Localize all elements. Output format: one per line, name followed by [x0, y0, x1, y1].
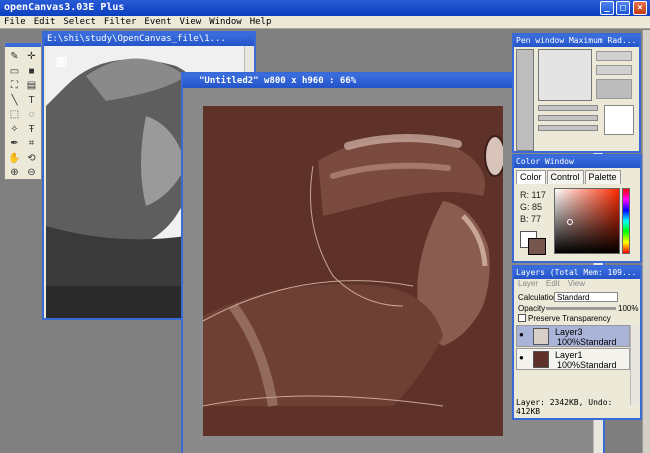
zoom-out-icon[interactable]: ⊖ [24, 165, 39, 180]
lasso-icon[interactable]: ◌ [24, 107, 39, 122]
layer-name: Layer3 [555, 327, 583, 337]
preserve-transparency-label: Preserve Transparency [528, 314, 611, 323]
layer-row-layer3[interactable]: ● Layer3 100%Standard [516, 325, 630, 347]
menu-file[interactable]: File [0, 16, 30, 28]
layer-scrollbar[interactable] [630, 325, 640, 405]
opacity-slider[interactable] [546, 307, 616, 310]
layer-menu-edit[interactable]: Edit [546, 279, 560, 290]
opacity-label: Opacity [518, 304, 546, 313]
pressure-curve[interactable] [604, 105, 634, 135]
app-title: openCanvas3.03E Plus [4, 2, 125, 13]
line-tool-icon[interactable]: ╲ [7, 93, 22, 108]
layer-memory-status: Layer: 2342KB, Undo: 412KB [516, 398, 613, 416]
layer-window[interactable]: Layers (Total Mem: 109... Layer Edit Vie… [512, 265, 642, 420]
color-window[interactable]: Color Window Color Control Palette R: 11… [512, 154, 642, 263]
pen-slider-3[interactable] [538, 125, 598, 131]
layer-row-layer1[interactable]: ● Layer1 100%Standard [516, 348, 630, 370]
hue-slider[interactable] [622, 188, 630, 254]
maximize-button[interactable]: □ [616, 1, 630, 15]
pen-window-title: Pen window Maximum Rad... [514, 35, 639, 47]
move-tool-icon[interactable]: ✛ [24, 49, 39, 64]
painting-sketch [203, 106, 503, 436]
layer-menu: Layer Edit View [514, 279, 640, 290]
marquee-icon[interactable]: ⬚ [7, 107, 22, 122]
color-window-title: Color Window [514, 156, 640, 168]
minimize-button[interactable]: _ [600, 1, 614, 15]
menu-select[interactable]: Select [59, 16, 100, 28]
menu-edit[interactable]: Edit [30, 16, 60, 28]
menu-help[interactable]: Help [246, 16, 276, 28]
calculation-label: Calculation [518, 293, 558, 302]
bucket-fill-icon[interactable]: ⛶ [7, 78, 22, 93]
layer-menu-layer[interactable]: Layer [518, 279, 538, 290]
color-picker-cursor[interactable] [567, 219, 573, 225]
toolbox-titlebar[interactable] [5, 43, 41, 47]
tab-control[interactable]: Control [546, 170, 584, 184]
blue-value: B: 77 [520, 214, 542, 224]
menu-bar: File Edit Select Filter Event View Windo… [0, 16, 650, 29]
hand-tool-icon[interactable]: ✋ [7, 151, 22, 166]
brush-preview [538, 49, 592, 101]
calculation-select[interactable]: Standard [554, 292, 618, 302]
gradient-icon[interactable]: ▤ [24, 78, 39, 93]
layer-name: Layer1 [555, 350, 583, 360]
layer-thumbnail [533, 351, 549, 368]
pen-type-list[interactable] [516, 49, 534, 151]
text-tool-icon[interactable]: T [24, 93, 39, 108]
pen-window[interactable]: Pen window Maximum Rad... [512, 33, 641, 153]
reference-window-title: E:\shi\study\OpenCanvas_file\1... [44, 33, 254, 46]
workspace-scrollbar[interactable] [642, 30, 650, 453]
menu-view[interactable]: View [176, 16, 206, 28]
magic-wand-icon[interactable]: ✧ [7, 122, 22, 137]
pen-slider-2[interactable] [538, 115, 598, 121]
green-value: G: 85 [520, 202, 543, 212]
tab-color[interactable]: Color [516, 170, 546, 184]
app-titlebar: openCanvas3.03E Plus _ □ × [0, 0, 650, 16]
layer-thumbnail [533, 328, 549, 345]
app-window: openCanvas3.03E Plus _ □ × File Edit Sel… [0, 0, 650, 453]
crop-icon[interactable]: ⌗ [24, 136, 39, 151]
foreground-color-swatch[interactable] [528, 238, 546, 255]
eyedropper-icon[interactable]: ✒ [7, 136, 22, 151]
reference-overlay-text: 图 [56, 57, 67, 69]
rectangle-select-icon[interactable]: ▭ [7, 64, 22, 79]
zoom-in-icon[interactable]: ⊕ [7, 165, 22, 180]
close-button[interactable]: × [633, 1, 647, 15]
text-vertical-icon[interactable]: Ŧ [24, 122, 39, 137]
tab-palette[interactable]: Palette [584, 170, 621, 184]
painting-canvas[interactable] [203, 106, 503, 436]
brush-texture[interactable] [596, 79, 632, 99]
menu-window[interactable]: Window [205, 16, 246, 28]
color-tabs: Color Control Palette [516, 170, 638, 184]
red-value: R: 117 [520, 190, 546, 200]
brush-size-field[interactable] [596, 51, 632, 61]
color-picker-square[interactable] [554, 188, 620, 254]
pen-tool-icon[interactable]: ✎ [7, 49, 22, 64]
brush-density-field[interactable] [596, 65, 632, 75]
menu-event[interactable]: Event [140, 16, 175, 28]
eye-icon[interactable]: ● [519, 331, 527, 339]
opacity-value: 100% [618, 304, 639, 313]
fill-black-icon[interactable]: ■ [24, 64, 39, 79]
preserve-transparency-checkbox[interactable] [518, 314, 526, 322]
pen-slider-1[interactable] [538, 105, 598, 111]
layer-mode: 100%Standard [557, 337, 617, 347]
toolbox: ✎ ✛ ▭ ■ ⛶ ▤ ╲ T ⬚ ◌ ✧ Ŧ ✒ ⌗ ✋ ⟲ ⊕ ⊖ [4, 42, 42, 180]
menu-filter[interactable]: Filter [100, 16, 141, 28]
layer-menu-view[interactable]: View [568, 279, 585, 290]
eye-icon[interactable]: ● [519, 354, 527, 362]
layer-mode: 100%Standard [557, 360, 617, 370]
layer-window-title: Layers (Total Mem: 109... [514, 267, 640, 279]
rotate-tool-icon[interactable]: ⟲ [24, 151, 39, 166]
